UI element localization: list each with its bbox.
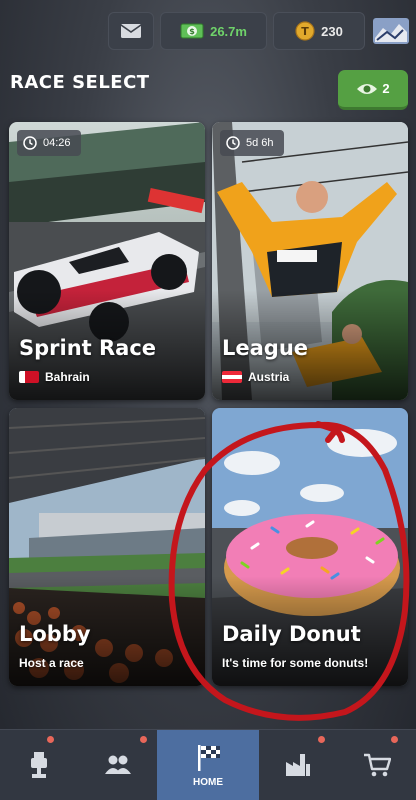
coin-icon: T [295,21,315,41]
card-location: Bahrain [45,370,90,384]
top-bar: $ 26.7m T 230 [108,12,410,52]
card-subtitle: It's time for some donuts! [222,656,368,670]
nav-shop[interactable] [337,730,415,800]
austria-flag-icon [222,371,242,383]
money-balance[interactable]: $ 26.7m [160,12,267,50]
clock-icon [226,136,240,150]
svg-text:T: T [301,25,309,38]
nav-home-label: HOME [192,776,223,788]
avatar-icon [372,18,409,44]
card-subtitle: Austria [222,370,289,384]
lobby-card[interactable]: Lobby Host a race [9,408,205,686]
trophy-icon [31,752,48,778]
nav-home[interactable]: HOME [156,730,259,800]
money-amount: 26.7m [210,23,247,39]
viewers-button[interactable]: 2 [338,70,408,110]
notification-dot [47,736,55,743]
sprint-race-card[interactable]: 04:26 Sprint Race Bahrain [9,122,205,400]
checkered-flag-icon [197,744,220,771]
card-title: Daily Donut [222,622,361,646]
race-timer: 04:26 [17,130,81,156]
clock-icon [23,136,37,150]
notification-dot [139,736,147,743]
league-card[interactable]: 5d 6h League Austria [212,122,408,400]
shopping-cart-icon [363,753,391,777]
card-description: Host a race [19,656,84,670]
nav-factory[interactable] [259,730,337,800]
timer-text: 5d 6h [246,137,274,149]
timer-text: 04:26 [43,137,71,149]
notification-dot [390,736,398,743]
viewers-count: 2 [382,81,390,96]
mail-icon [120,24,142,38]
page-title: RACE SELECT [10,72,150,93]
card-subtitle: Host a race [19,656,84,670]
eye-icon [357,83,378,94]
card-title: Sprint Race [19,336,157,360]
league-timer: 5d 6h [220,130,284,156]
bahrain-flag-icon [19,371,39,383]
card-location: Austria [248,370,290,384]
profile-avatar[interactable] [371,12,410,50]
users-icon [104,755,131,774]
card-title: Lobby [19,622,91,646]
nav-driver[interactable] [0,730,78,800]
bottom-nav: HOME [0,729,416,800]
gold-balance[interactable]: T 230 [272,12,366,50]
mail-button[interactable] [108,12,155,50]
factory-icon [286,754,311,776]
cash-icon: $ [180,23,204,39]
gold-amount: 230 [321,23,343,39]
card-title: League [222,336,309,360]
svg-text:$: $ [189,27,195,36]
card-subtitle: Bahrain [19,370,90,384]
daily-donut-card[interactable]: Daily Donut It's time for some donuts! [212,408,408,686]
nav-team[interactable] [78,730,156,800]
card-description: It's time for some donuts! [222,656,369,670]
notification-dot [318,736,326,743]
